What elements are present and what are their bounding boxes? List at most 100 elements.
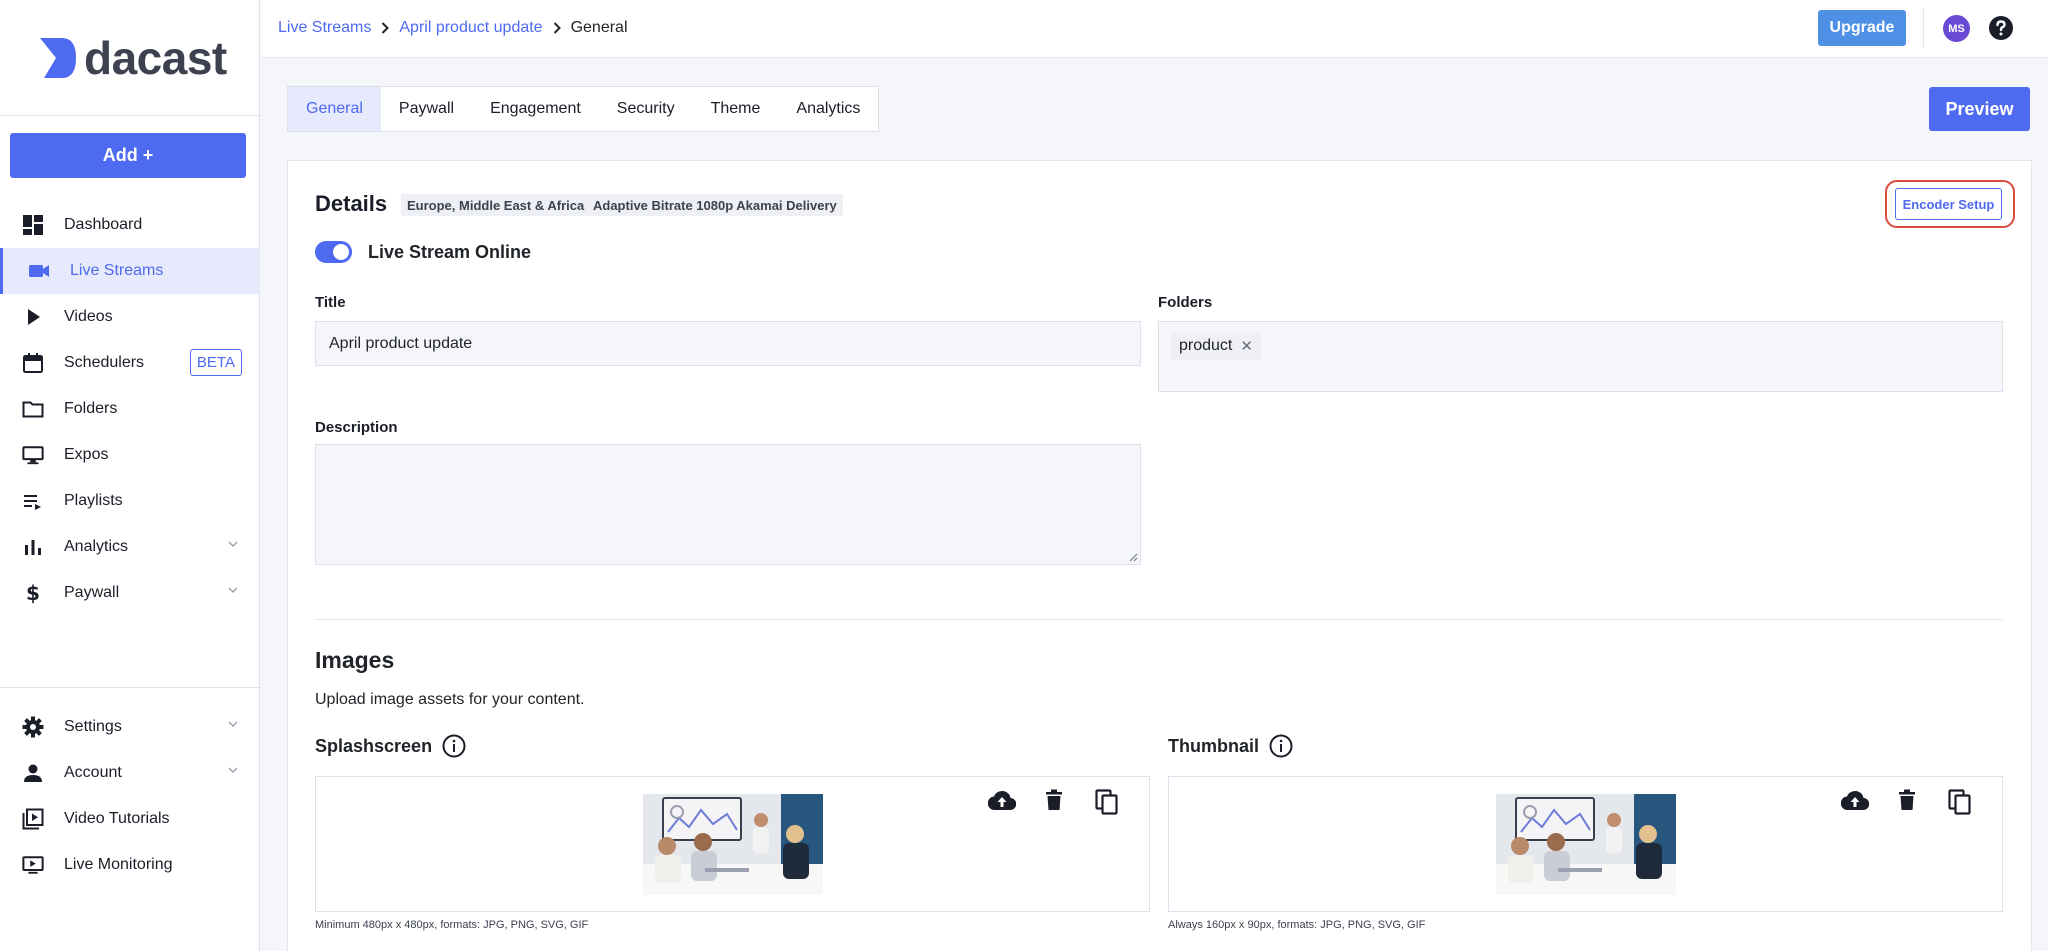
details-heading: Details bbox=[315, 191, 388, 216]
sidebar-item-schedulers[interactable]: Schedulers BETA bbox=[0, 340, 260, 386]
sidebar-item-videos[interactable]: Videos bbox=[0, 294, 260, 340]
images-heading: Images bbox=[315, 647, 395, 673]
chevron-down-icon bbox=[228, 767, 238, 773]
secondary-nav: Settings Account Video Tutorials Live Mo… bbox=[0, 704, 260, 888]
live-monitor-icon bbox=[22, 854, 44, 876]
thumbnail-label: Thumbnail bbox=[1168, 734, 1293, 758]
tab-security[interactable]: Security bbox=[599, 87, 693, 131]
title-label: Title bbox=[315, 294, 346, 311]
sidebar-item-live-streams[interactable]: Live Streams bbox=[0, 248, 260, 294]
chevron-down-icon bbox=[228, 541, 238, 547]
thumbnail-dropzone[interactable] bbox=[1168, 776, 2003, 912]
sidebar-item-label: Schedulers bbox=[64, 354, 145, 371]
sidebar-item-label: Playlists bbox=[64, 492, 123, 509]
brand-logo[interactable]: dacast bbox=[0, 0, 259, 116]
upload-icon[interactable] bbox=[987, 789, 1017, 816]
folders-label: Folders bbox=[1158, 294, 1213, 311]
breadcrumb-live-streams[interactable]: Live Streams bbox=[278, 19, 371, 37]
upgrade-button[interactable]: Upgrade bbox=[1818, 10, 1906, 46]
info-icon[interactable] bbox=[1269, 734, 1293, 758]
thumbnail-hint: Always 160px x 90px, formats: JPG, PNG, … bbox=[1168, 919, 1426, 931]
sidebar-divider bbox=[0, 687, 260, 688]
folder-tag-label: product bbox=[1179, 337, 1233, 354]
top-bar: Live Streams April product update Genera… bbox=[261, 0, 2048, 58]
sidebar-item-label: Live Streams bbox=[70, 262, 164, 279]
folder-tag: product ✕ bbox=[1171, 332, 1261, 360]
playlist-icon bbox=[22, 490, 44, 512]
encoder-setup-button[interactable]: Encoder Setup bbox=[1895, 188, 2002, 220]
preview-button[interactable]: Preview bbox=[1929, 87, 2030, 131]
avatar[interactable]: MS bbox=[1943, 15, 1970, 42]
header-divider bbox=[1923, 8, 1924, 48]
dashboard-icon bbox=[22, 214, 44, 236]
tab-theme[interactable]: Theme bbox=[693, 87, 779, 131]
delivery-chip: Adaptive Bitrate 1080p Akamai Delivery bbox=[587, 194, 843, 216]
sidebar-item-label: Folders bbox=[64, 400, 118, 417]
tab-bar: General Paywall Engagement Security Them… bbox=[287, 86, 880, 132]
folders-field[interactable]: product ✕ bbox=[1158, 321, 2003, 392]
gear-icon bbox=[22, 716, 44, 738]
tab-paywall[interactable]: Paywall bbox=[381, 87, 472, 131]
delete-icon[interactable] bbox=[1045, 789, 1063, 816]
images-subtitle: Upload image assets for your content. bbox=[315, 691, 585, 708]
tab-engagement[interactable]: Engagement bbox=[472, 87, 599, 131]
calendar-icon bbox=[22, 352, 44, 374]
sidebar-item-account[interactable]: Account bbox=[0, 750, 260, 796]
sidebar-item-settings[interactable]: Settings bbox=[0, 704, 260, 750]
sidebar-item-label: Account bbox=[64, 764, 122, 781]
sidebar-item-dashboard[interactable]: Dashboard bbox=[0, 202, 260, 248]
sidebar-item-label: Live Monitoring bbox=[64, 856, 173, 873]
add-button[interactable]: Add + bbox=[10, 133, 246, 178]
upload-icon[interactable] bbox=[1840, 789, 1870, 816]
region-chip: Europe, Middle East & Africa bbox=[401, 194, 591, 216]
sidebar-item-analytics[interactable]: Analytics bbox=[0, 524, 260, 570]
breadcrumb-stream[interactable]: April product update bbox=[399, 19, 542, 37]
beta-badge: BETA bbox=[189, 349, 242, 376]
sidebar-item-video-tutorials[interactable]: Video Tutorials bbox=[0, 796, 260, 842]
play-icon bbox=[22, 306, 44, 328]
chevron-down-icon bbox=[228, 721, 238, 727]
copy-icon[interactable] bbox=[1095, 789, 1119, 820]
splashscreen-label: Splashscreen bbox=[315, 734, 466, 758]
info-icon[interactable] bbox=[442, 734, 466, 758]
brand-name: dacast bbox=[84, 31, 227, 84]
sidebar-item-live-monitoring[interactable]: Live Monitoring bbox=[0, 842, 260, 888]
tab-analytics[interactable]: Analytics bbox=[778, 87, 878, 131]
sidebar-item-paywall[interactable]: $ Paywall bbox=[0, 570, 260, 616]
chevron-down-icon bbox=[228, 587, 238, 593]
title-value: April product update bbox=[329, 334, 473, 352]
chevron-right-icon bbox=[553, 22, 561, 34]
breadcrumb: Live Streams April product update Genera… bbox=[278, 19, 628, 37]
breadcrumb-current: General bbox=[570, 19, 628, 36]
splashscreen-hint: Minimum 480px x 480px, formats: JPG, PNG… bbox=[315, 919, 589, 931]
splashscreen-title: Splashscreen bbox=[315, 735, 433, 756]
details-card: Details Europe, Middle East & Africa Ada… bbox=[287, 160, 2032, 951]
toggle-knob bbox=[333, 244, 349, 260]
sidebar: dacast Add + Dashboard Live Streams Vide… bbox=[0, 0, 260, 951]
copy-icon[interactable] bbox=[1948, 789, 1972, 820]
monitor-icon bbox=[22, 444, 44, 466]
folder-icon bbox=[22, 398, 44, 420]
sidebar-item-folders[interactable]: Folders bbox=[0, 386, 260, 432]
help-icon[interactable] bbox=[1988, 15, 2014, 46]
description-field[interactable] bbox=[315, 444, 1141, 565]
live-stream-online-toggle[interactable] bbox=[315, 241, 352, 263]
sidebar-item-label: Video Tutorials bbox=[64, 810, 170, 827]
delete-icon[interactable] bbox=[1898, 789, 1916, 816]
section-divider bbox=[315, 619, 2003, 620]
splashscreen-dropzone[interactable] bbox=[315, 776, 1150, 912]
title-field[interactable]: April product update bbox=[315, 321, 1141, 366]
svg-text:$: $ bbox=[26, 582, 40, 604]
tab-general[interactable]: General bbox=[288, 87, 381, 131]
sidebar-item-label: Expos bbox=[64, 446, 109, 463]
sidebar-item-playlists[interactable]: Playlists bbox=[0, 478, 260, 524]
sidebar-item-label: Settings bbox=[64, 718, 122, 735]
description-label: Description bbox=[315, 419, 398, 436]
thumbnail-image bbox=[1496, 794, 1676, 895]
remove-tag-icon[interactable]: ✕ bbox=[1240, 337, 1253, 355]
sidebar-item-label: Videos bbox=[64, 308, 113, 325]
sidebar-item-expos[interactable]: Expos bbox=[0, 432, 260, 478]
sidebar-item-label: Analytics bbox=[64, 538, 129, 555]
sidebar-item-label: Dashboard bbox=[64, 216, 143, 233]
resize-grip-icon[interactable] bbox=[1128, 552, 1138, 562]
